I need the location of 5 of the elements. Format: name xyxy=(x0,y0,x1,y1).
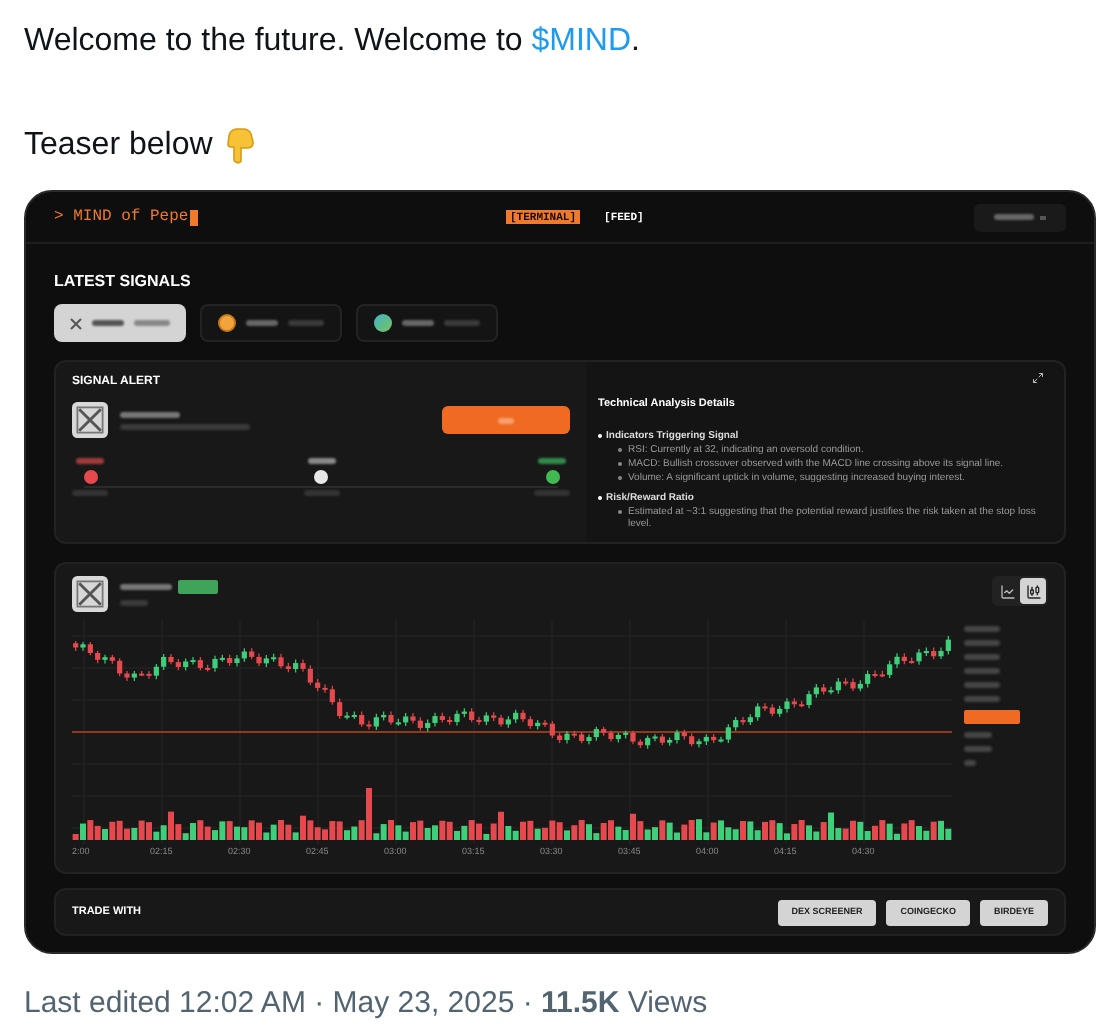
tweet-meta: Last edited 12:02 AM · May 23, 2025 · 11.5K Views xyxy=(22,984,710,1024)
tweet-text: Welcome to the future. Welcome to $MIND. xyxy=(24,22,642,62)
section-title: LATEST SIGNALS xyxy=(54,272,193,290)
brand-logo: > MIND of Pepe xyxy=(54,205,189,229)
tweet-text: Teaser below xyxy=(24,126,213,166)
